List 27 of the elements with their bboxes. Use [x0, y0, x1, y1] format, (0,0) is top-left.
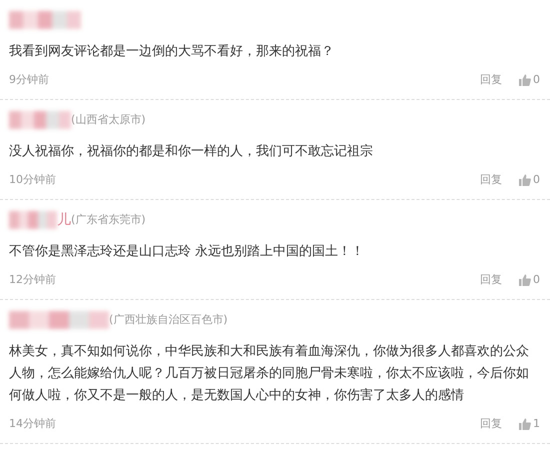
comment-text: 不管你是黑泽志玲还是山口志玲 永远也别踏上中国的国土！！: [9, 243, 366, 261]
user-location: (广东省东莞市): [71, 212, 146, 228]
reply-button[interactable]: 回复: [480, 272, 502, 288]
blurred-name-drawing: [9, 211, 57, 229]
comment-time: 10分钟前: [9, 172, 56, 188]
like-button[interactable]: 0: [519, 272, 540, 288]
comment-text: 林美女，真不知如何说你，中华民族和大和民族有着血海深仇，你做为很多人都喜欢的公众人物，怎么能嫁给仇人呢？几百万被日冠屠杀的同胞尸骨未寒啦，你太不应该啦，今后你如何做人啦，你又不是一般的人，是无数国人心中的女神，你伤害了太多人的感情: [9, 343, 530, 405]
blurred-name-drawing: [9, 11, 81, 29]
comment-time: 9分钟前: [9, 72, 49, 88]
thumbs-up-icon: [519, 74, 531, 86]
blurred-name-drawing: [9, 111, 71, 129]
thumbs-up-icon: [519, 418, 531, 430]
like-button[interactable]: 0: [519, 172, 540, 188]
comment-time: 14分钟前: [9, 416, 56, 432]
user-location: (山西省太原市): [71, 112, 146, 128]
comment-text: 没人祝福你，祝福你的都是和你一样的人，我们可不敢忘记祖宗: [9, 143, 374, 161]
comment-time: 12分钟前: [9, 272, 56, 288]
user-location: (广西壮族自治区百色市): [109, 312, 228, 328]
reply-button[interactable]: 回复: [480, 72, 502, 88]
reply-button[interactable]: 回复: [480, 172, 502, 188]
like-button[interactable]: 0: [519, 72, 540, 88]
thumbs-up-icon: [519, 174, 531, 186]
like-button[interactable]: 1: [519, 416, 540, 432]
user-name[interactable]: 儿: [57, 210, 71, 230]
comment-text: 我看到网友评论都是一边倒的大骂不看好，那来的祝福？: [9, 43, 335, 61]
reply-button[interactable]: 回复: [480, 416, 502, 432]
thumbs-up-icon: [519, 274, 531, 286]
